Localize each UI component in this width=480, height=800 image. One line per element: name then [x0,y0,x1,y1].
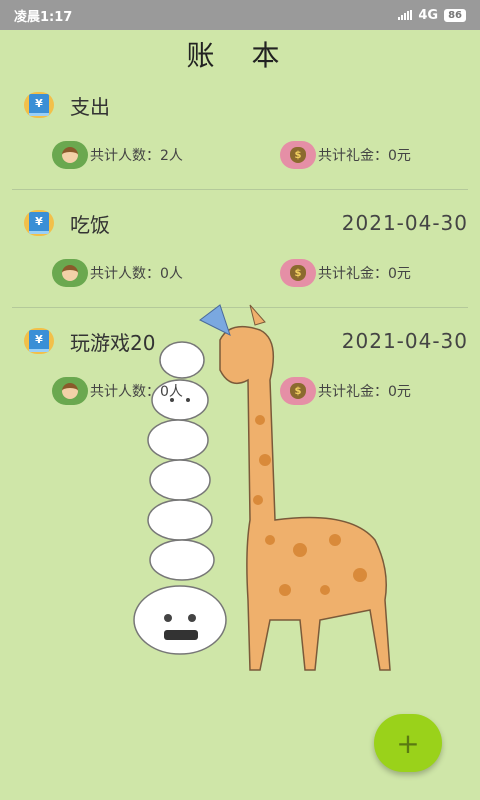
people-label: 共计人数：0人 [90,266,183,282]
divider [12,189,468,190]
people-label: 共计人数：2人 [90,148,183,164]
people-count: 共计人数：0人 [52,259,183,287]
book-header: ¥ 吃饭 2021-04-30 [24,206,468,240]
book-stats: 共计人数：0人 $ 共计礼金：0元 [52,376,452,406]
ledger-icon: ¥ [24,210,54,236]
money-total: $ 共计礼金：0元 [280,377,411,405]
status-bar: 凌晨1:17 4G 86 [0,0,480,30]
money-bag-icon: $ [280,259,316,287]
money-total: $ 共计礼金：0元 [280,259,411,287]
money-bag-icon: $ [280,141,316,169]
network-label: 4G [418,7,439,23]
book-header: ¥ 支出 [24,88,468,122]
money-label: 共计礼金：0元 [318,148,411,164]
ledger-icon: ¥ [24,328,54,354]
people-count: 共计人数：0人 [52,377,183,405]
person-icon [52,377,88,405]
book-name: 吃饭 [70,212,110,237]
money-total: $ 共计礼金：0元 [280,141,411,169]
book-item[interactable]: ¥ 玩游戏20 2021-04-30 共计人数：0人 $ 共计礼金：0元 [0,324,480,442]
book-date: 2021-04-30 [341,211,468,235]
signal-icon [398,10,413,20]
book-stats: 共计人数：2人 $ 共计礼金：0元 [52,140,452,170]
book-header: ¥ 玩游戏20 2021-04-30 [24,324,468,358]
person-icon [52,259,88,287]
book-name: 玩游戏20 [70,330,156,355]
person-icon [52,141,88,169]
book-stats: 共计人数：0人 $ 共计礼金：0元 [52,258,452,288]
battery-icon: 86 [444,8,466,22]
add-book-button[interactable]: + [374,714,442,772]
money-bag-icon: $ [280,377,316,405]
plus-icon: + [396,726,420,760]
people-count: 共计人数：2人 [52,141,183,169]
page-title: 账 本 [186,39,294,72]
status-icons: 4G 86 [398,8,466,23]
money-label: 共计礼金：0元 [318,384,411,400]
money-label: 共计礼金：0元 [318,266,411,282]
book-date: 2021-04-30 [341,329,468,353]
book-name: 支出 [70,94,110,119]
ledger-icon: ¥ [24,92,54,118]
people-label: 共计人数：0人 [90,384,183,400]
status-time: 凌晨1:17 [14,9,73,25]
